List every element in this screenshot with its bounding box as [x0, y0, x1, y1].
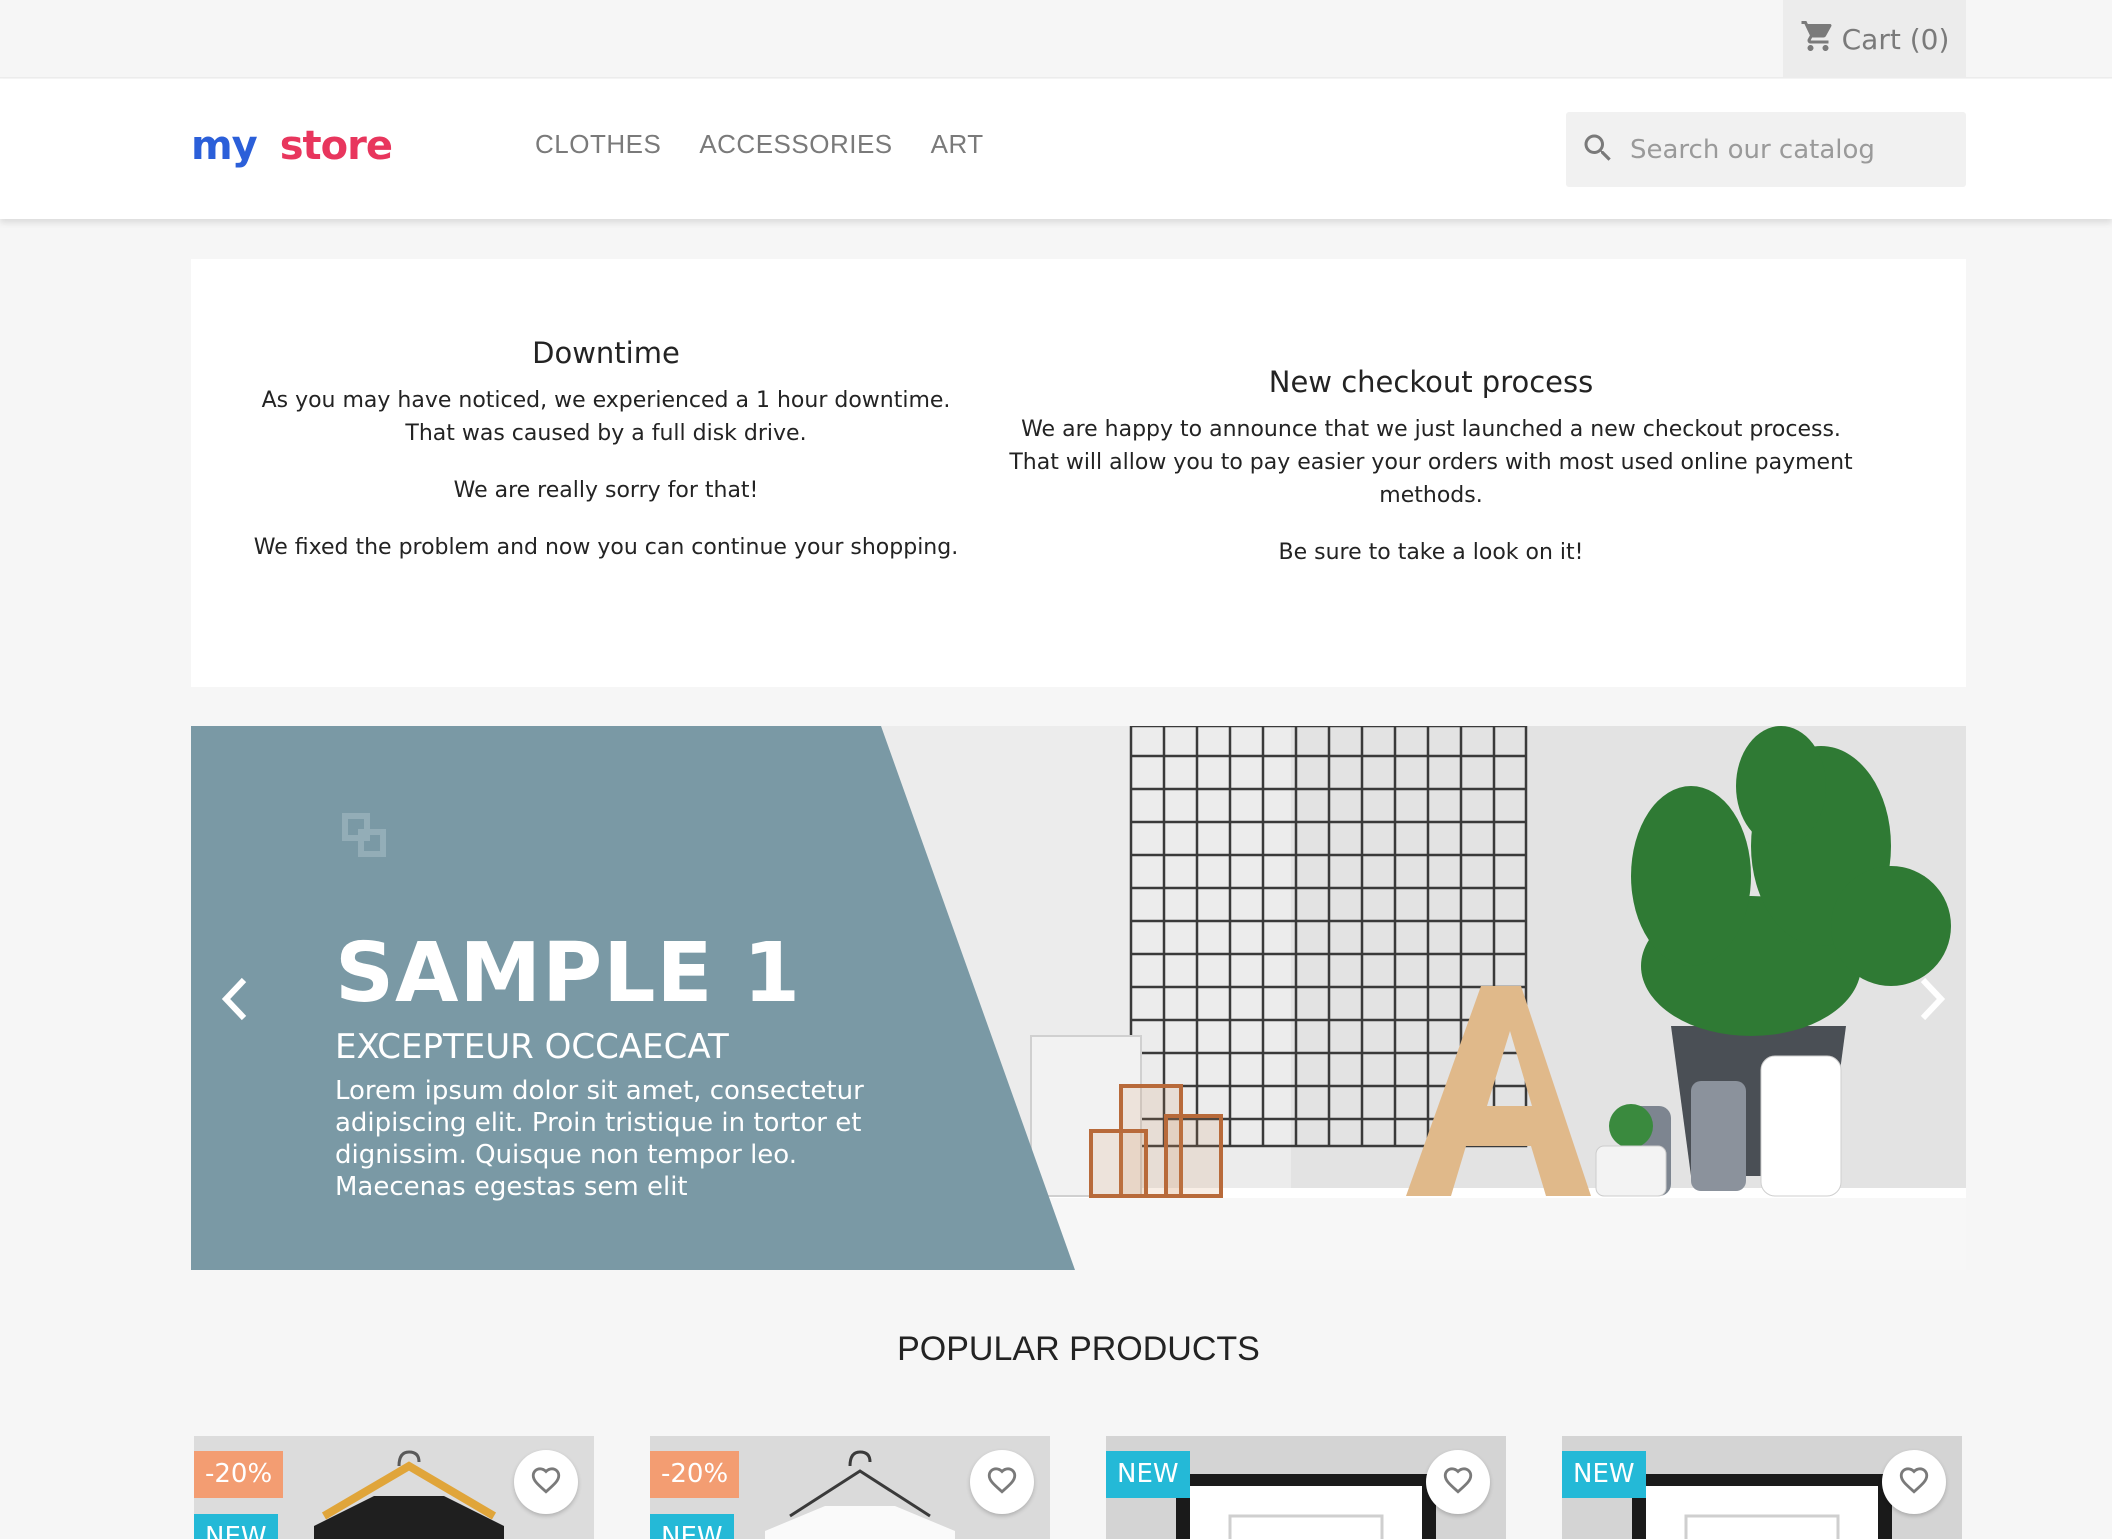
product-card[interactable]: -20% NEW	[650, 1436, 1050, 1539]
popular-products-title: POPULAR PRODUCTS	[897, 1330, 1260, 1368]
new-badge: NEW	[1106, 1451, 1190, 1498]
info-downtime: Downtime As you may have noticed, we exp…	[251, 337, 961, 588]
slide-caption: SAMPLE 1 EXCEPTEUR OCCAECAT Lorem ipsum …	[335, 926, 895, 1203]
info-downtime-paragraph: As you may have noticed, we experienced …	[251, 384, 961, 450]
main-header: my store CLOTHES ACCESSORIES ART	[0, 79, 2112, 219]
heart-icon	[529, 1463, 563, 1501]
discount-badge: -20%	[650, 1451, 740, 1498]
slide-description: Lorem ipsum dolor sit amet, consectetur …	[335, 1076, 864, 1202]
slide-title: SAMPLE 1	[335, 926, 802, 1021]
top-bar: Cart (0)	[0, 0, 2112, 78]
shopping-cart-icon	[1800, 18, 1836, 61]
search-icon[interactable]	[1580, 130, 1616, 170]
nav-item-art[interactable]: ART	[931, 129, 984, 160]
cart-label: Cart (0)	[1841, 22, 1950, 56]
wishlist-button[interactable]	[1426, 1450, 1490, 1514]
wishlist-button[interactable]	[970, 1450, 1034, 1514]
product-card[interactable]: -20% NEW	[194, 1436, 594, 1539]
heart-icon	[1441, 1463, 1475, 1501]
product-list: -20% NEW -20% NEW NEW NEW	[0, 1436, 2112, 1539]
discount-badge: -20%	[194, 1451, 284, 1498]
nav-item-accessories[interactable]: ACCESSORIES	[699, 129, 892, 160]
slide-subtitle: EXCEPTEUR OCCAECAT	[335, 1027, 729, 1067]
slider-next-button[interactable]	[1912, 976, 1952, 1026]
chevron-right-icon	[1915, 974, 1949, 1028]
chevron-left-icon	[218, 974, 252, 1028]
slider-prev-button[interactable]	[215, 976, 255, 1026]
new-badge: NEW	[194, 1514, 278, 1539]
image-slider[interactable]: SAMPLE 1 EXCEPTEUR OCCAECAT Lorem ipsum …	[191, 726, 1966, 1270]
info-downtime-line2: That was caused by a full disk drive.	[405, 421, 807, 446]
main-nav: CLOTHES ACCESSORIES ART	[535, 129, 984, 160]
info-checkout-line1: We are happy to announce that we just la…	[1021, 417, 1841, 442]
info-checkout-title: New checkout process	[1268, 365, 1594, 399]
nav-item-clothes[interactable]: CLOTHES	[535, 129, 661, 160]
new-badge: NEW	[650, 1514, 734, 1539]
heart-icon	[985, 1463, 1019, 1501]
heart-icon	[1897, 1463, 1931, 1501]
search-box	[1566, 112, 1966, 187]
logo-text-store: store	[279, 123, 393, 169]
new-badge: NEW	[1562, 1451, 1646, 1498]
info-downtime-apology: We are really sorry for that!	[453, 478, 759, 503]
info-checkout-paragraph: We are happy to announce that we just la…	[961, 413, 1901, 512]
custom-text-block: Downtime As you may have noticed, we exp…	[191, 259, 1966, 687]
wishlist-button[interactable]	[1882, 1450, 1946, 1514]
info-checkout-line2: That will allow you to pay easier your o…	[1009, 450, 1853, 508]
product-card[interactable]: NEW	[1106, 1436, 1506, 1539]
info-downtime-fixed: We fixed the problem and now you can con…	[253, 535, 959, 560]
cart-button[interactable]: Cart (0)	[1783, 0, 1966, 78]
store-logo[interactable]: my store	[191, 123, 393, 169]
search-input[interactable]	[1630, 134, 1950, 165]
product-card[interactable]: NEW	[1562, 1436, 1962, 1539]
info-downtime-line1: As you may have noticed, we experienced …	[261, 388, 951, 413]
wishlist-button[interactable]	[514, 1450, 578, 1514]
info-downtime-title: Downtime	[532, 336, 680, 370]
info-checkout-cta: Be sure to take a look on it!	[1278, 540, 1584, 565]
logo-text-my: my	[191, 123, 258, 169]
info-checkout: New checkout process We are happy to ann…	[961, 366, 1901, 593]
